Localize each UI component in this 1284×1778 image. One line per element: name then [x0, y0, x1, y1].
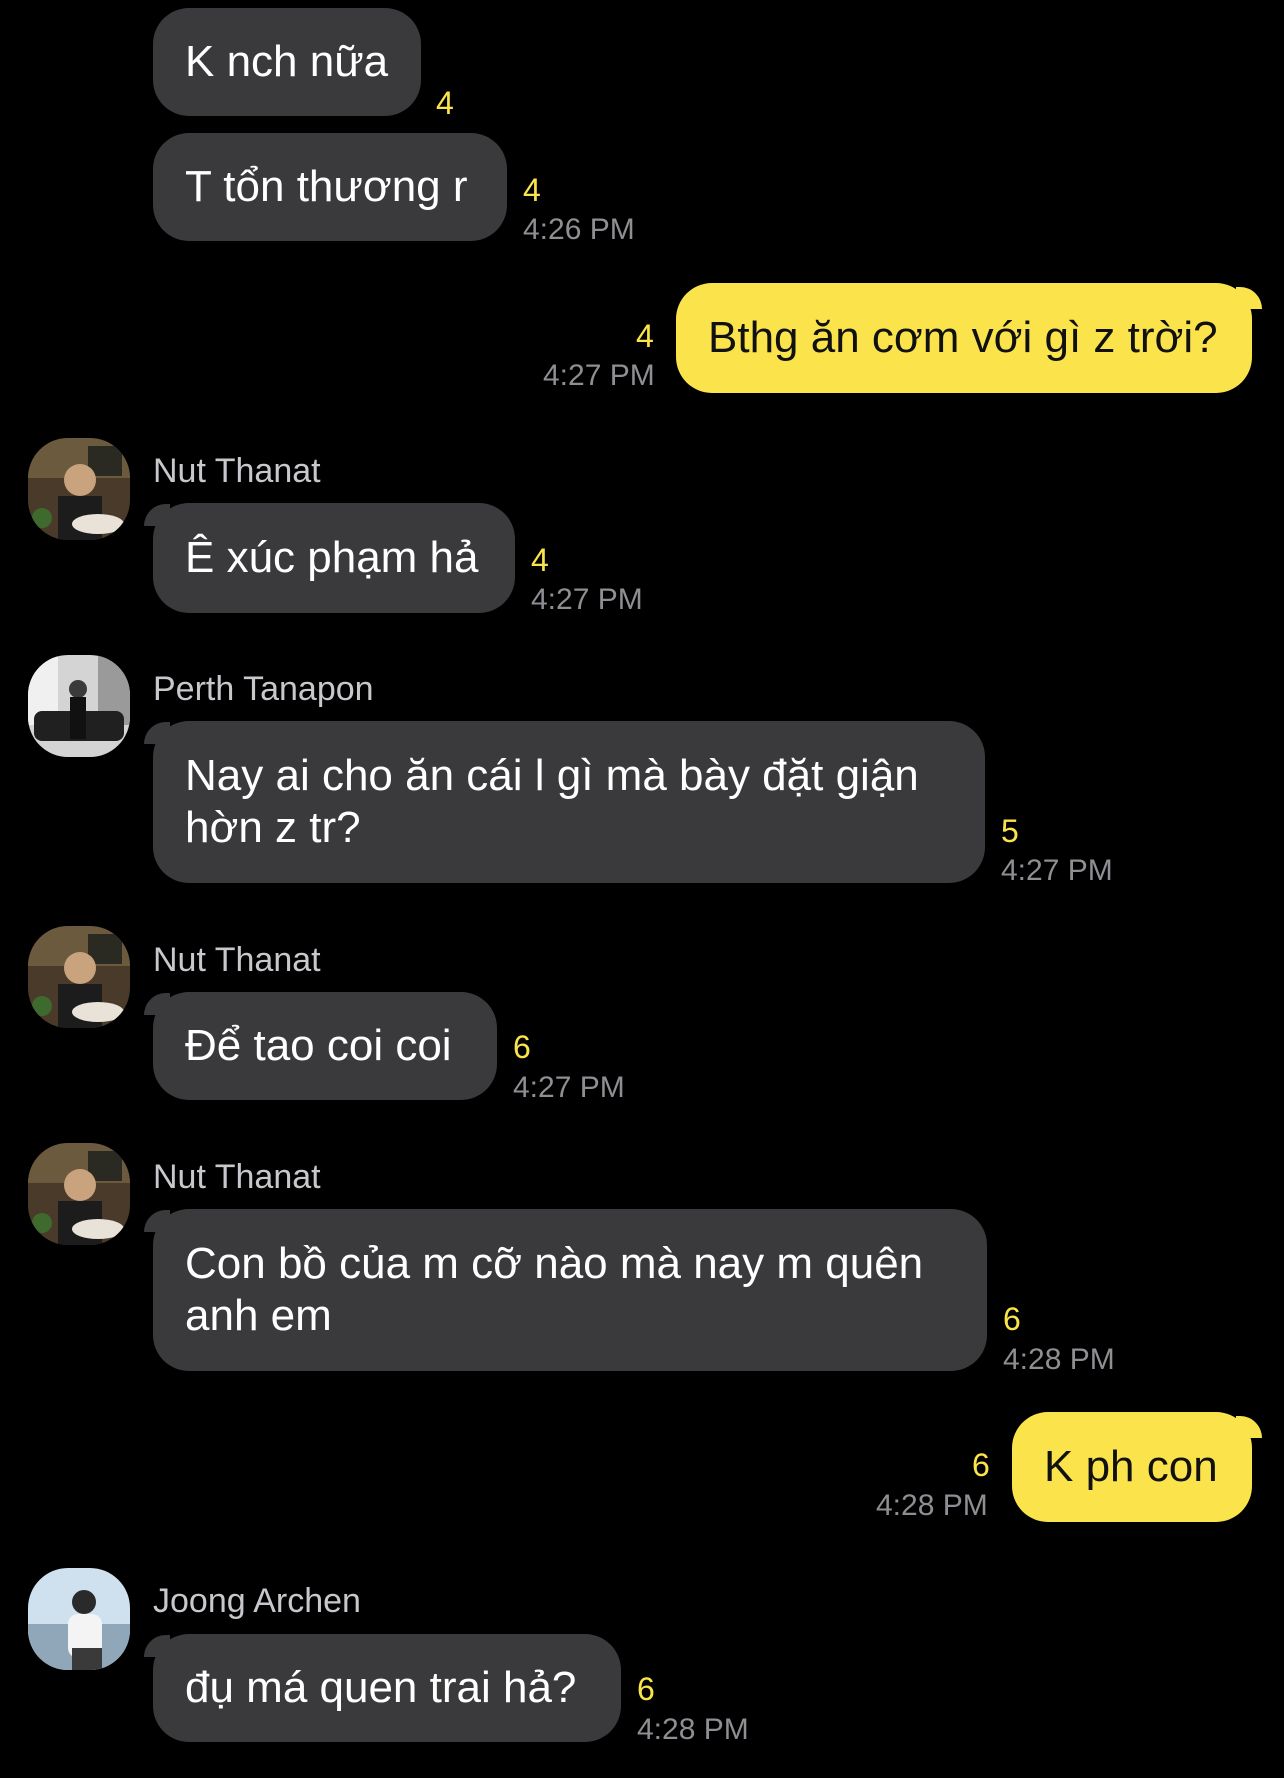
avatar-photo: [28, 1143, 130, 1245]
message-time: 4:28 PM: [637, 1713, 749, 1746]
unread-count: 4: [523, 172, 541, 208]
message-bubble-outgoing[interactable]: Bthg ăn cơm với gì z trời?: [676, 283, 1252, 393]
unread-count: 4: [531, 542, 549, 578]
avatar-nut-thanat[interactable]: [28, 438, 130, 540]
message-bubble[interactable]: Ê xúc phạm hả: [153, 503, 515, 613]
message-bubble[interactable]: Nay ai cho ăn cái l gì mà bày đặt giận h…: [153, 721, 985, 883]
message-time: 4:27 PM: [1001, 854, 1113, 887]
avatar-photo: [28, 655, 130, 757]
sender-name: Nut Thanat: [153, 941, 321, 979]
avatar-perth-tanapon[interactable]: [28, 655, 130, 757]
sender-name: Perth Tanapon: [153, 670, 374, 708]
message-time: 4:28 PM: [1003, 1343, 1115, 1376]
unread-count: 5: [1001, 813, 1019, 849]
message-bubble[interactable]: đụ má quen trai hả?: [153, 1634, 621, 1742]
sender-name: Joong Archen: [153, 1582, 361, 1620]
unread-count: 4: [436, 85, 454, 121]
message-bubble[interactable]: Để tao coi coi: [153, 992, 497, 1100]
avatar-photo: [28, 926, 130, 1028]
avatar-photo: [28, 1568, 130, 1670]
avatar-nut-thanat[interactable]: [28, 926, 130, 1028]
unread-count: 6: [972, 1447, 990, 1483]
message-time: 4:28 PM: [876, 1489, 988, 1522]
bubble-tail: [1236, 1416, 1262, 1438]
unread-count: 6: [637, 1671, 655, 1707]
unread-count: 4: [636, 318, 654, 354]
message-bubble[interactable]: K nch nữa: [153, 8, 421, 116]
sender-name: Nut Thanat: [153, 452, 321, 490]
message-bubble[interactable]: Con bồ của m cỡ nào mà nay m quên anh em: [153, 1209, 987, 1371]
message-text: đụ má quen trai hả?: [185, 1663, 577, 1712]
message-time: 4:27 PM: [531, 583, 643, 616]
message-text: Nay ai cho ăn cái l gì mà bày đặt giận h…: [185, 751, 919, 852]
message-time: 4:26 PM: [523, 213, 635, 246]
unread-count: 6: [513, 1029, 531, 1065]
message-text: Bthg ăn cơm với gì z trời?: [708, 313, 1218, 362]
message-bubble[interactable]: T tổn thương r: [153, 133, 507, 241]
message-text: Ê xúc phạm hả: [185, 533, 479, 582]
bubble-tail: [1236, 287, 1262, 309]
message-text: K ph con: [1044, 1442, 1218, 1491]
message-bubble-outgoing[interactable]: K ph con: [1012, 1412, 1252, 1522]
message-text: Để tao coi coi: [185, 1021, 452, 1070]
message-text: K nch nữa: [185, 37, 389, 86]
message-text: Con bồ của m cỡ nào mà nay m quên anh em: [185, 1239, 924, 1340]
message-text: T tổn thương r: [185, 162, 468, 211]
unread-count: 6: [1003, 1301, 1021, 1337]
avatar-nut-thanat[interactable]: [28, 1143, 130, 1245]
message-time: 4:27 PM: [513, 1071, 625, 1104]
message-time: 4:27 PM: [543, 359, 655, 392]
sender-name: Nut Thanat: [153, 1158, 321, 1196]
avatar-joong-archen[interactable]: [28, 1568, 130, 1670]
avatar-photo: [28, 438, 130, 540]
